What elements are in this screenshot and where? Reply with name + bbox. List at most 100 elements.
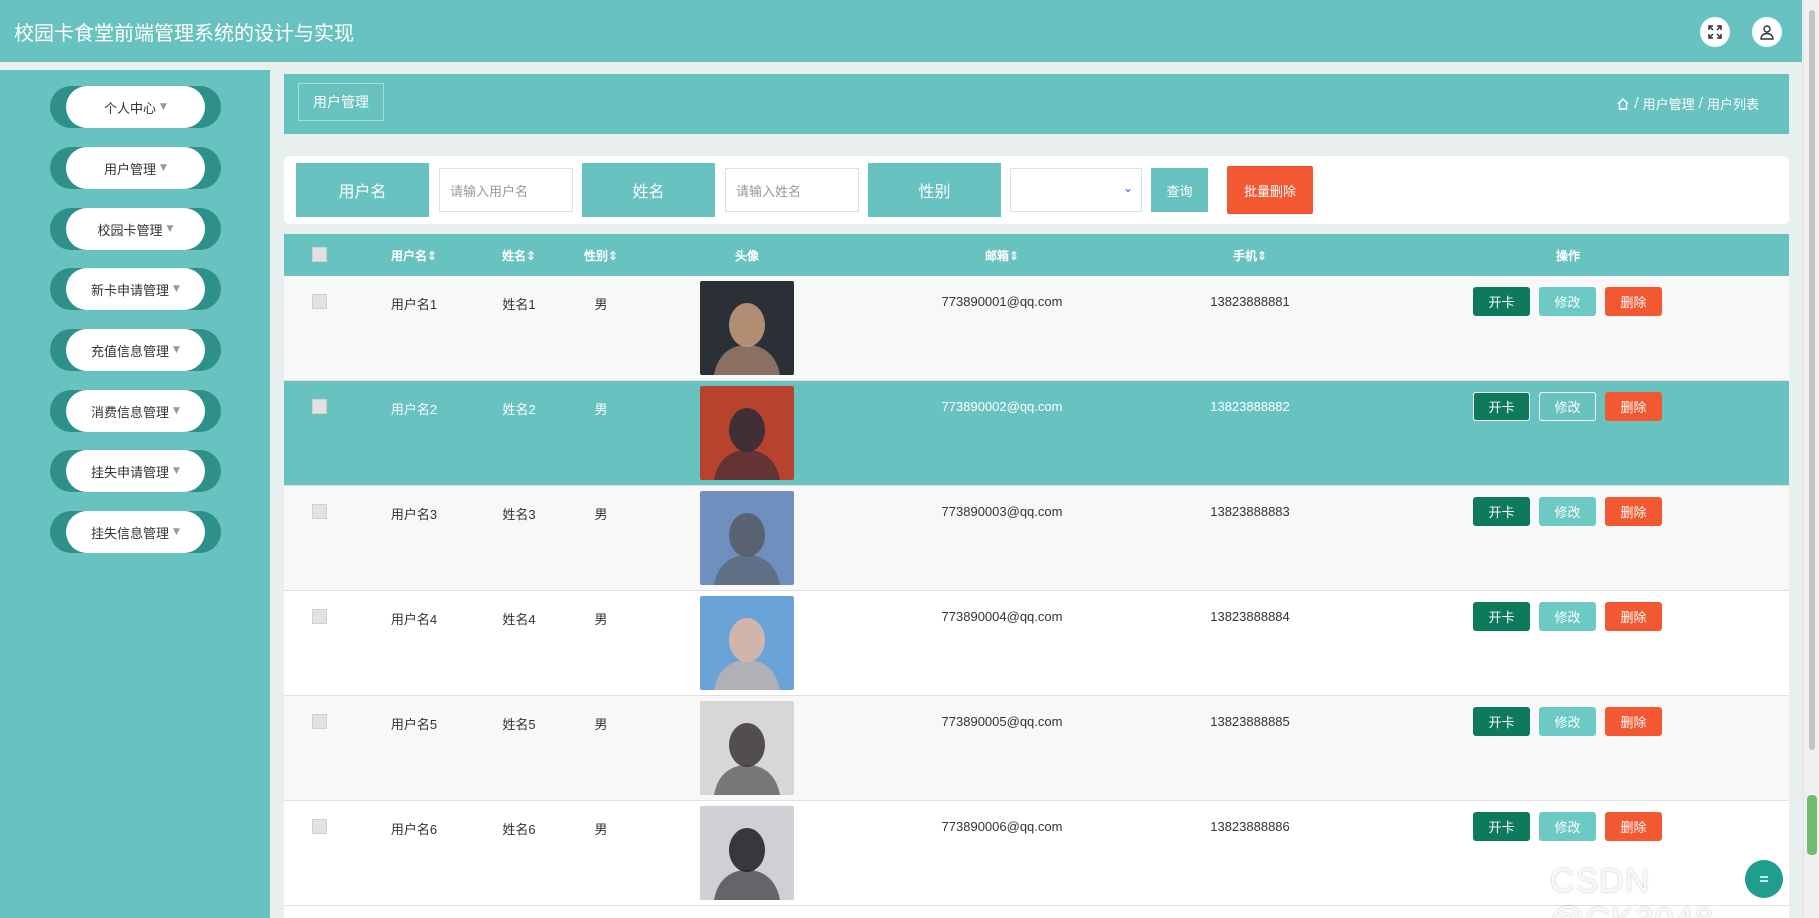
table-row[interactable]: 用户名5 姓名5 男 773890005@qq.com 13823888885 开卡 修改删… <box>284 696 1789 801</box>
column-header-name[interactable]: 姓名⇕ <box>502 247 536 264</box>
sidebar-item-label: 挂失申请管理 <box>91 465 170 481</box>
cell-gender: 男 <box>594 612 608 627</box>
avatar[interactable] <box>700 491 794 585</box>
open-card-button[interactable]: 开卡 <box>1473 602 1530 631</box>
edit-button[interactable]: 修改 <box>1539 602 1596 631</box>
breadcrumb-separator: / <box>1698 96 1703 111</box>
avatar[interactable] <box>700 806 794 900</box>
username-label: 用户名 <box>296 163 429 217</box>
open-card-button[interactable]: 开卡 <box>1473 812 1530 841</box>
delete-button[interactable]: 删除 <box>1605 287 1662 316</box>
breadcrumb-bar: 用户管理 / 用户管理 / 用户列表 <box>284 74 1789 134</box>
delete-button[interactable]: 删除 <box>1605 812 1662 841</box>
cell-gender: 男 <box>594 507 608 522</box>
sidebar-item-new-card[interactable]: 新卡申请管理 ▼ <box>50 268 221 310</box>
table-header: 用户名⇕ 姓名⇕ 性别⇕ 头像 邮箱⇕ 手机⇕ 操作 <box>284 234 1789 276</box>
sidebar-item-label: 个人中心 <box>104 101 157 117</box>
cell-email: 773890004@qq.com <box>941 609 1063 624</box>
edit-button[interactable]: 修改 <box>1539 287 1596 316</box>
delete-button[interactable]: 删除 <box>1605 392 1662 421</box>
column-header-email[interactable]: 邮箱⇕ <box>985 247 1019 264</box>
column-header-phone[interactable]: 手机⇕ <box>1233 247 1267 264</box>
column-header-username[interactable]: 用户名⇕ <box>391 247 437 264</box>
table-row[interactable]: 用户名4 姓名4 男 773890004@qq.com 13823888884 开卡 修改删… <box>284 591 1789 696</box>
edit-button[interactable]: 修改 <box>1539 707 1596 736</box>
open-card-button[interactable]: 开卡 <box>1473 287 1530 316</box>
sidebar-item-label: 消费信息管理 <box>91 405 170 421</box>
batch-delete-button[interactable]: 批量删除 <box>1227 166 1313 214</box>
delete-button[interactable]: 删除 <box>1605 497 1662 526</box>
table-row[interactable]: 用户名3 姓名3 男 773890003@qq.com 13823888883 开卡 修改删… <box>284 486 1789 591</box>
edit-button[interactable]: 修改 <box>1539 497 1596 526</box>
avatar[interactable] <box>700 386 794 480</box>
edit-button[interactable]: 修改 <box>1539 812 1596 841</box>
caret-down-icon: ▼ <box>160 102 167 112</box>
cell-email: 773890001@qq.com <box>941 294 1063 309</box>
cell-username: 用户名1 <box>390 297 438 312</box>
scrollbar-marker <box>1807 795 1817 855</box>
cell-phone: 13823888882 <box>1210 399 1290 414</box>
username-input[interactable]: 请输入用户名 <box>439 168 573 212</box>
cell-username: 用户名3 <box>390 507 438 522</box>
caret-down-icon: ▼ <box>160 163 167 173</box>
row-checkbox[interactable] <box>312 714 327 729</box>
delete-button[interactable]: 删除 <box>1605 602 1662 631</box>
caret-down-icon: ▼ <box>173 406 180 416</box>
column-header-gender[interactable]: 性别⇕ <box>584 247 618 264</box>
sidebar-item-personal-center[interactable]: 个人中心 ▼ <box>50 86 221 128</box>
row-checkbox[interactable] <box>312 399 327 414</box>
open-card-button[interactable]: 开卡 <box>1473 392 1530 421</box>
sidebar: 个人中心 ▼ 用户管理 ▼ 校园卡管理 ▼ 新卡申请管理 ▼ 充值信息管理 ▼ 消费信息管… <box>0 70 270 918</box>
name-input[interactable]: 请输入姓名 <box>725 168 859 212</box>
row-checkbox[interactable] <box>312 504 327 519</box>
sidebar-item-recharge[interactable]: 充值信息管理 ▼ <box>50 329 221 371</box>
open-card-button[interactable]: 开卡 <box>1473 707 1530 736</box>
sidebar-item-campus-card[interactable]: 校园卡管理 ▼ <box>50 208 221 250</box>
scrollbar-thumb[interactable] <box>1809 10 1815 750</box>
row-checkbox[interactable] <box>312 294 327 309</box>
table-row[interactable]: 用户名1 姓名1 男 773890001@qq.com 13823888881 开卡 修改删… <box>284 276 1789 381</box>
caret-down-icon: ▼ <box>173 466 180 476</box>
select-all-checkbox[interactable] <box>312 247 327 262</box>
cell-phone: 13823888881 <box>1210 294 1290 309</box>
cell-email: 773890003@qq.com <box>941 504 1063 519</box>
cell-name: 姓名3 <box>502 507 536 522</box>
cell-gender: 男 <box>594 402 608 417</box>
name-label: 姓名 <box>582 163 715 217</box>
breadcrumb-user-management[interactable]: 用户管理 <box>1643 94 1695 113</box>
float-action-button[interactable] <box>1745 860 1783 898</box>
avatar[interactable] <box>700 596 794 690</box>
edit-button[interactable]: 修改 <box>1539 392 1596 421</box>
table-row[interactable]: 用户名2 姓名2 男 773890002@qq.com 13823888882 开卡 修改删… <box>284 381 1789 486</box>
sidebar-item-loss-info[interactable]: 挂失信息管理 ▼ <box>50 511 221 553</box>
row-checkbox[interactable] <box>312 609 327 624</box>
open-card-button[interactable]: 开卡 <box>1473 497 1530 526</box>
delete-button[interactable]: 删除 <box>1605 707 1662 736</box>
caret-down-icon: ▼ <box>173 527 180 537</box>
row-checkbox[interactable] <box>312 819 327 834</box>
sidebar-item-user-management[interactable]: 用户管理 ▼ <box>50 147 221 189</box>
app-title: 校园卡食堂前端管理系统的设计与实现 <box>14 20 354 45</box>
user-table: 用户名⇕ 姓名⇕ 性别⇕ 头像 邮箱⇕ 手机⇕ 操作 用户名1 姓名1 男 77389… <box>284 234 1789 918</box>
sidebar-item-label: 新卡申请管理 <box>91 283 170 299</box>
cell-name: 姓名1 <box>502 297 536 312</box>
page-scrollbar[interactable] <box>1803 0 1819 918</box>
gender-select[interactable]: ⌄ <box>1010 168 1142 212</box>
sidebar-item-consumption[interactable]: 消费信息管理 ▼ <box>50 390 221 432</box>
column-header-avatar: 头像 <box>734 249 760 263</box>
gender-label: 性别 <box>868 163 1001 217</box>
sidebar-item-loss-application[interactable]: 挂失申请管理 ▼ <box>50 450 221 492</box>
cell-username: 用户名2 <box>390 402 438 417</box>
home-icon[interactable] <box>1616 97 1630 111</box>
page-title: 用户管理 <box>298 83 384 121</box>
caret-down-icon: ▼ <box>173 345 180 355</box>
fullscreen-icon[interactable] <box>1700 17 1730 47</box>
main-content: 用户管理 / 用户管理 / 用户列表 用户名 请输入用户名 姓名 请输入姓名 性… <box>270 62 1803 918</box>
cell-email: 773890006@qq.com <box>941 819 1063 834</box>
top-header: 校园卡食堂前端管理系统的设计与实现 <box>0 0 1802 62</box>
user-icon[interactable] <box>1752 17 1782 47</box>
cell-name: 姓名5 <box>502 717 536 732</box>
avatar[interactable] <box>700 281 794 375</box>
query-button[interactable]: 查询 <box>1151 168 1208 212</box>
avatar[interactable] <box>700 701 794 795</box>
